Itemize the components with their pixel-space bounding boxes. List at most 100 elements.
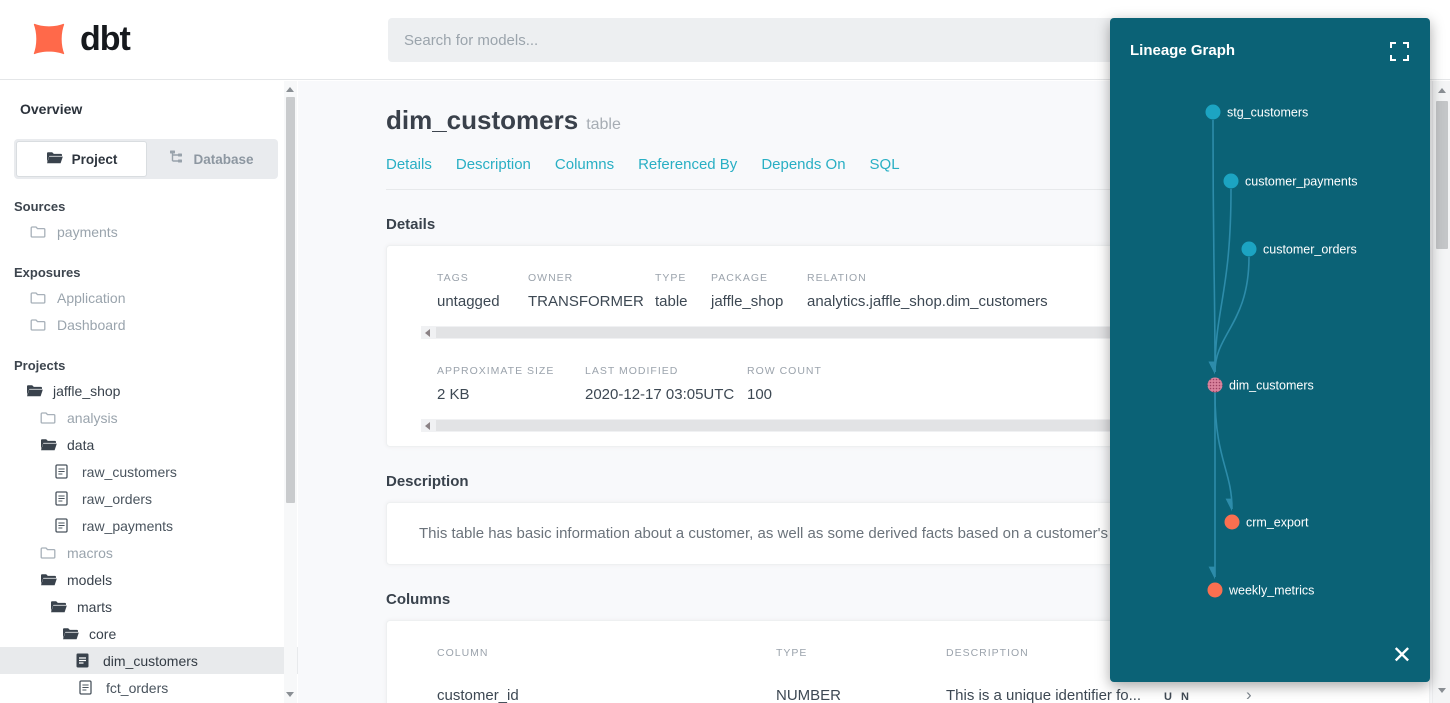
sidebar-item-dim_customers[interactable]: dim_customers bbox=[0, 647, 298, 674]
row-expander-icon[interactable]: › bbox=[1246, 685, 1252, 703]
svg-text:customer_orders: customer_orders bbox=[1263, 243, 1357, 257]
tree-item-label: macros bbox=[67, 545, 113, 561]
sidebar-item-core[interactable]: core bbox=[0, 620, 298, 647]
view-toggle: Project Database bbox=[14, 139, 278, 179]
folder-icon bbox=[30, 291, 47, 304]
field-label: OWNER bbox=[528, 272, 655, 284]
detail-field-approximate-size: APPROXIMATE SIZE 2 KB bbox=[437, 365, 585, 403]
view-tab-database[interactable]: Database bbox=[147, 141, 276, 177]
tree-item-label: models bbox=[67, 572, 112, 588]
field-label: RELATION bbox=[807, 272, 1048, 284]
folder-open-icon bbox=[50, 600, 67, 614]
svg-text:stg_customers: stg_customers bbox=[1227, 106, 1308, 120]
lineage-title: Lineage Graph bbox=[1130, 42, 1235, 59]
field-label: TAGS bbox=[437, 272, 528, 284]
cell-column: customer_id bbox=[437, 687, 776, 703]
sidebar-item-raw_payments[interactable]: raw_payments bbox=[0, 512, 298, 539]
lineage-node-dim_customers[interactable]: dim_customers bbox=[1208, 378, 1314, 393]
field-label: TYPE bbox=[655, 272, 711, 284]
lineage-node-crm_export[interactable]: crm_export bbox=[1225, 515, 1310, 530]
sidebar-item-marts[interactable]: marts bbox=[0, 593, 298, 620]
sidebar: Overview Project Database Sources payments… bbox=[0, 81, 298, 703]
scroll-up-icon[interactable] bbox=[286, 87, 294, 92]
scroll-up-icon[interactable] bbox=[1438, 88, 1446, 93]
sidebar-item-macros[interactable]: macros bbox=[0, 539, 298, 566]
tab-columns[interactable]: Columns bbox=[555, 156, 614, 173]
main-scroll-thumb[interactable] bbox=[1436, 101, 1448, 249]
scroll-down-icon[interactable] bbox=[286, 692, 294, 697]
field-value: TRANSFORMER bbox=[528, 293, 655, 310]
view-tab-label: Database bbox=[193, 152, 253, 167]
tree-section-sources: Sources bbox=[0, 179, 298, 218]
svg-text:weekly_metrics: weekly_metrics bbox=[1228, 584, 1314, 598]
edge-dim_customers-to-crm_export bbox=[1215, 393, 1232, 509]
sidebar-scroll-thumb[interactable] bbox=[286, 97, 295, 503]
field-label: ROW COUNT bbox=[747, 365, 822, 377]
tree-item-label: fct_orders bbox=[106, 680, 168, 696]
scroll-left-icon[interactable] bbox=[425, 329, 430, 337]
folder-open-icon bbox=[40, 438, 57, 452]
sidebar-item-raw_orders[interactable]: raw_orders bbox=[0, 485, 298, 512]
field-value: 2 KB bbox=[437, 386, 585, 403]
svg-text:dim_customers: dim_customers bbox=[1229, 379, 1314, 393]
sidebar-scrollbar[interactable] bbox=[284, 81, 297, 703]
tree-item-label: payments bbox=[57, 224, 118, 240]
dbt-logo-icon bbox=[26, 16, 72, 62]
tab-referenced-by[interactable]: Referenced By bbox=[638, 156, 737, 173]
file-icon bbox=[79, 680, 96, 695]
field-value: 100 bbox=[747, 386, 822, 403]
detail-field-owner: OWNER TRANSFORMER bbox=[528, 272, 655, 310]
table-row[interactable]: customer_idNUMBERThis is a unique identi… bbox=[437, 685, 1415, 703]
main-scrollbar[interactable] bbox=[1432, 81, 1450, 703]
field-value: 2020-12-17 03:05UTC bbox=[585, 386, 747, 403]
file-icon bbox=[55, 464, 72, 479]
tab-details[interactable]: Details bbox=[386, 156, 432, 173]
field-label: APPROXIMATE SIZE bbox=[437, 365, 585, 377]
column-header-type: TYPE bbox=[776, 647, 946, 659]
lineage-node-customer_payments[interactable]: customer_payments bbox=[1224, 174, 1358, 189]
file-icon bbox=[55, 518, 72, 533]
tree-item-label: dim_customers bbox=[103, 653, 198, 669]
detail-field-type: TYPE table bbox=[655, 272, 711, 310]
fullscreen-icon[interactable] bbox=[1390, 42, 1409, 61]
detail-field-last-modified: LAST MODIFIED2020-12-17 03:05UTC bbox=[585, 365, 747, 403]
column-header-column: COLUMN bbox=[437, 647, 776, 659]
close-icon[interactable]: ✕ bbox=[1392, 644, 1412, 668]
tree-item-label: Application bbox=[57, 290, 126, 306]
folder-icon bbox=[30, 225, 47, 238]
tree-section-exposures: Exposures bbox=[0, 245, 298, 284]
sidebar-item-data[interactable]: data bbox=[0, 431, 298, 458]
tree-item-label: raw_customers bbox=[82, 464, 177, 480]
sidebar-item-models[interactable]: models bbox=[0, 566, 298, 593]
lineage-node-weekly_metrics[interactable]: weekly_metrics bbox=[1208, 583, 1315, 598]
detail-field-row-count: ROW COUNT 100 bbox=[747, 365, 822, 403]
scroll-down-icon[interactable] bbox=[1438, 688, 1446, 693]
view-tab-project[interactable]: Project bbox=[16, 141, 147, 177]
lineage-node-customer_orders[interactable]: customer_orders bbox=[1242, 242, 1357, 257]
folder-open-icon bbox=[26, 384, 43, 398]
sidebar-item-fct_orders[interactable]: fct_orders bbox=[0, 674, 298, 701]
tab-description[interactable]: Description bbox=[456, 156, 531, 173]
sidebar-item-Application[interactable]: Application bbox=[0, 284, 298, 311]
scroll-left-icon[interactable] bbox=[425, 422, 430, 430]
tab-sql[interactable]: SQL bbox=[870, 156, 900, 173]
overview-label[interactable]: Overview bbox=[0, 81, 298, 117]
test-badge: N bbox=[1181, 691, 1189, 703]
field-label: PACKAGE bbox=[711, 272, 807, 284]
folder-icon bbox=[30, 318, 47, 331]
sidebar-item-payments[interactable]: payments bbox=[0, 218, 298, 245]
folder-icon bbox=[40, 411, 57, 424]
lineage-graph: stg_customers customer_payments customer_o… bbox=[1110, 18, 1430, 682]
sidebar-item-analysis[interactable]: analysis bbox=[0, 404, 298, 431]
edge-customer_payments-to-dim_customers bbox=[1215, 189, 1231, 372]
sidebar-item-jaffle_shop[interactable]: jaffle_shop bbox=[0, 377, 298, 404]
cell-description: This is a unique identifier fo... bbox=[946, 687, 1164, 703]
field-value: table bbox=[655, 293, 711, 310]
tree-item-label: raw_orders bbox=[82, 491, 152, 507]
tab-depends-on[interactable]: Depends On bbox=[761, 156, 845, 173]
tree-section-projects: Projects bbox=[0, 338, 298, 377]
sidebar-item-raw_customers[interactable]: raw_customers bbox=[0, 458, 298, 485]
tree-item-label: marts bbox=[77, 599, 112, 615]
lineage-node-stg_customers[interactable]: stg_customers bbox=[1206, 105, 1309, 120]
sidebar-item-Dashboard[interactable]: Dashboard bbox=[0, 311, 298, 338]
